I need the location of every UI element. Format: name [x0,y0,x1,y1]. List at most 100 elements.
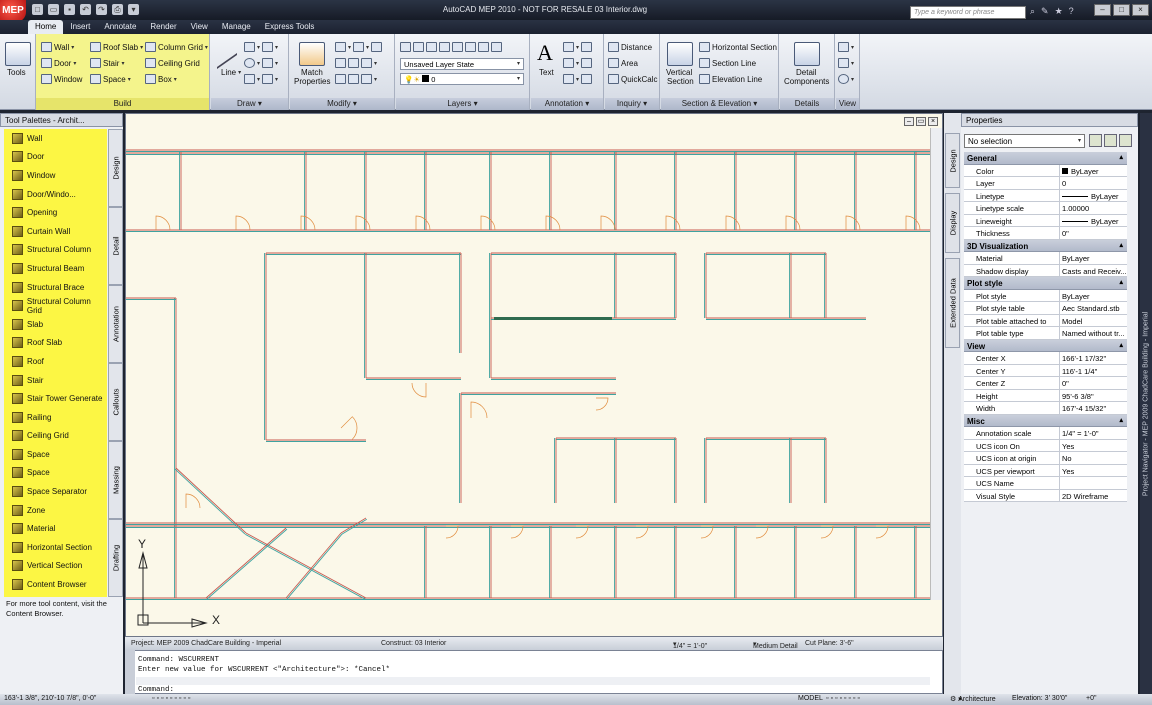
print-icon[interactable]: ⎙ [112,4,123,15]
palette-tab-callouts[interactable]: Callouts [108,363,123,441]
property-row-width[interactable]: Width 167'-4 15/32" [964,402,1127,415]
view-icon-2[interactable]: ▾ [838,58,854,68]
zoom-icon[interactable]: ▾ [838,74,854,84]
table-icon[interactable]: ▾ [563,74,593,84]
horizontal-section-button[interactable]: Horizontal Section [699,42,777,52]
palette-item-stair-tower-generate[interactable]: Stair Tower Generate [4,389,107,408]
palette-item-railing[interactable]: Railing [4,408,107,427]
roof-slab-button[interactable]: Roof Slab ▾ [90,42,143,52]
property-row-center-y[interactable]: Center Y 116'-1 1/4" [964,364,1127,377]
command-prompt[interactable]: Command: [138,686,174,694]
palette-item-slab[interactable]: Slab [4,315,107,334]
detail-label[interactable]: Detail [796,68,816,77]
palette-item-door[interactable]: Door [4,148,107,167]
application-menu-button[interactable]: MEP [0,0,26,22]
coordinates[interactable]: 163'-1 3/8", 210'-10 7/8", 0'-0" [4,695,96,702]
detail-level-dropdown[interactable]: Medium Detail ▾ [753,640,798,650]
palette-item-ceiling-grid[interactable]: Ceiling Grid [4,427,107,446]
project-navigator-strip[interactable]: Project Navigator - MEP 2009 ChadCare Bu… [1140,113,1152,694]
ceiling-grid-button[interactable]: Ceiling Grid [145,58,200,68]
maximize-icon[interactable]: □ [1113,4,1130,16]
rectangle-icon[interactable]: ▾ ▾ [244,74,278,84]
palette-item-structural-brace[interactable]: Structural Brace [4,278,107,297]
view-panel-title[interactable]: View [836,98,859,110]
text-icon[interactable]: A [537,40,553,66]
dimension-icon[interactable]: ▾ [563,42,593,52]
property-row-center-x[interactable]: Center X 166'-1 17/32" [964,352,1127,365]
drawing-close-icon[interactable]: × [928,117,938,126]
text-button[interactable]: Text [539,68,554,77]
quickcalc-button[interactable]: QuickCalc [608,74,657,84]
palette-item-space[interactable]: Space [4,445,107,464]
tab-manage[interactable]: Manage [215,20,258,34]
properties-tab-display[interactable]: Display [945,193,960,253]
stair-button[interactable]: Stair ▾ [90,58,124,68]
pickadd-icon[interactable] [1119,134,1132,147]
palette-item-space-separator[interactable]: Space Separator [4,482,107,501]
layer-state-dropdown[interactable]: Unsaved Layer State ▾ [400,58,524,70]
palette-item-wall[interactable]: Wall [4,129,107,148]
drawing-minimize-icon[interactable]: – [904,117,914,126]
open-icon[interactable]: ▭ [48,4,59,15]
build-panel-title[interactable]: Build [36,98,209,110]
command-window[interactable]: Command: WSCURRENT Enter new value for W… [125,650,943,694]
section-label[interactable]: Section [667,77,694,86]
section-plot-style[interactable]: Plot style ▴ [964,277,1127,290]
view-icon-1[interactable]: ▾ [838,42,854,52]
property-row-linetype[interactable]: Linetype ByLayer [964,189,1127,202]
palette-item-roof[interactable]: Roof [4,352,107,371]
palette-item-curtain-wall[interactable]: Curtain Wall [4,222,107,241]
palette-item-stair[interactable]: Stair [4,371,107,390]
inquiry-panel-title[interactable]: Inquiry ▾ [605,98,659,110]
palette-item-structural-column-grid[interactable]: Structural Column Grid [4,296,107,315]
properties-label[interactable]: Properties [294,77,330,86]
draw-panel-title[interactable]: Draw ▾ [211,98,288,110]
offset-label[interactable]: +0" [1086,695,1096,702]
drawing-restore-icon[interactable]: ▭ [916,117,926,126]
palette-item-roof-slab[interactable]: Roof Slab [4,334,107,353]
tools-icon[interactable] [5,42,31,66]
section-misc[interactable]: Misc ▴ [964,414,1127,427]
property-row-plot-style[interactable]: Plot style ByLayer [964,289,1127,302]
tab-view[interactable]: View [184,20,215,34]
close-icon[interactable]: × [1132,4,1149,16]
property-row-annotation-scale[interactable]: Annotation scale 1/4" = 1'-0" [964,427,1127,440]
command-scrollbar[interactable] [136,677,930,685]
cut-plane[interactable]: Cut Plane: 3'-6" [805,640,854,647]
palette-item-horizontal-section[interactable]: Horizontal Section [4,538,107,557]
annotation-panel-title[interactable]: Annotation ▾ [531,98,603,110]
wall-button[interactable]: Wall ▾ [41,42,74,52]
help-icon[interactable]: ? [1069,6,1074,17]
palette-item-vertical-section[interactable]: Vertical Section [4,557,107,576]
column-grid-button[interactable]: Column Grid ▾ [145,42,208,52]
property-row-ucs-icon-at-origin[interactable]: UCS icon at origin No [964,452,1127,465]
section-line-button[interactable]: Section Line [699,58,756,68]
elevation-line-button[interactable]: Elevation Line [699,74,762,84]
property-row-ucs-name[interactable]: UCS Name [964,477,1127,490]
palette-item-material[interactable]: Material [4,519,107,538]
properties-tab-design[interactable]: Design [945,133,960,188]
erase-icon[interactable]: ▾ [335,74,377,84]
property-row-height[interactable]: Height 95'-6 3/8" [964,389,1127,402]
property-row-plot-table-type[interactable]: Plot table type Named without tr... [964,327,1127,340]
floor-plan[interactable]: YX [126,128,930,636]
palette-tab-annotation[interactable]: Annotation [108,285,123,363]
line-icon[interactable] [217,34,237,70]
property-row-ucs-icon-on[interactable]: UCS icon On Yes [964,439,1127,452]
palette-tab-drafting[interactable]: Drafting [108,519,123,597]
window-button[interactable]: Window [41,74,82,84]
vertical-scrollbar[interactable] [930,128,942,600]
polyline-icon[interactable]: ▾ ▾ [244,42,278,52]
scale-dropdown[interactable]: 1/4" = 1'-0" ▾ [673,640,707,650]
binoculars-icon[interactable]: ⌕ [1030,6,1035,17]
property-row-plot-style-table[interactable]: Plot style table Aec Standard.stb [964,302,1127,315]
circle-icon[interactable]: ▾ ▾ [244,58,278,68]
selection-dropdown[interactable]: No selection ▾ [964,134,1085,148]
tab-render[interactable]: Render [143,20,183,34]
property-row-visual-style[interactable]: Visual Style 2D Wireframe [964,489,1127,502]
select-objects-icon[interactable] [1104,134,1117,147]
modify-panel-title[interactable]: Modify ▾ [290,98,394,110]
palette-item-content-browser[interactable]: Content Browser [4,575,107,594]
property-row-lineweight[interactable]: Lineweight ByLayer [964,214,1127,227]
tab-home[interactable]: Home [28,20,64,34]
